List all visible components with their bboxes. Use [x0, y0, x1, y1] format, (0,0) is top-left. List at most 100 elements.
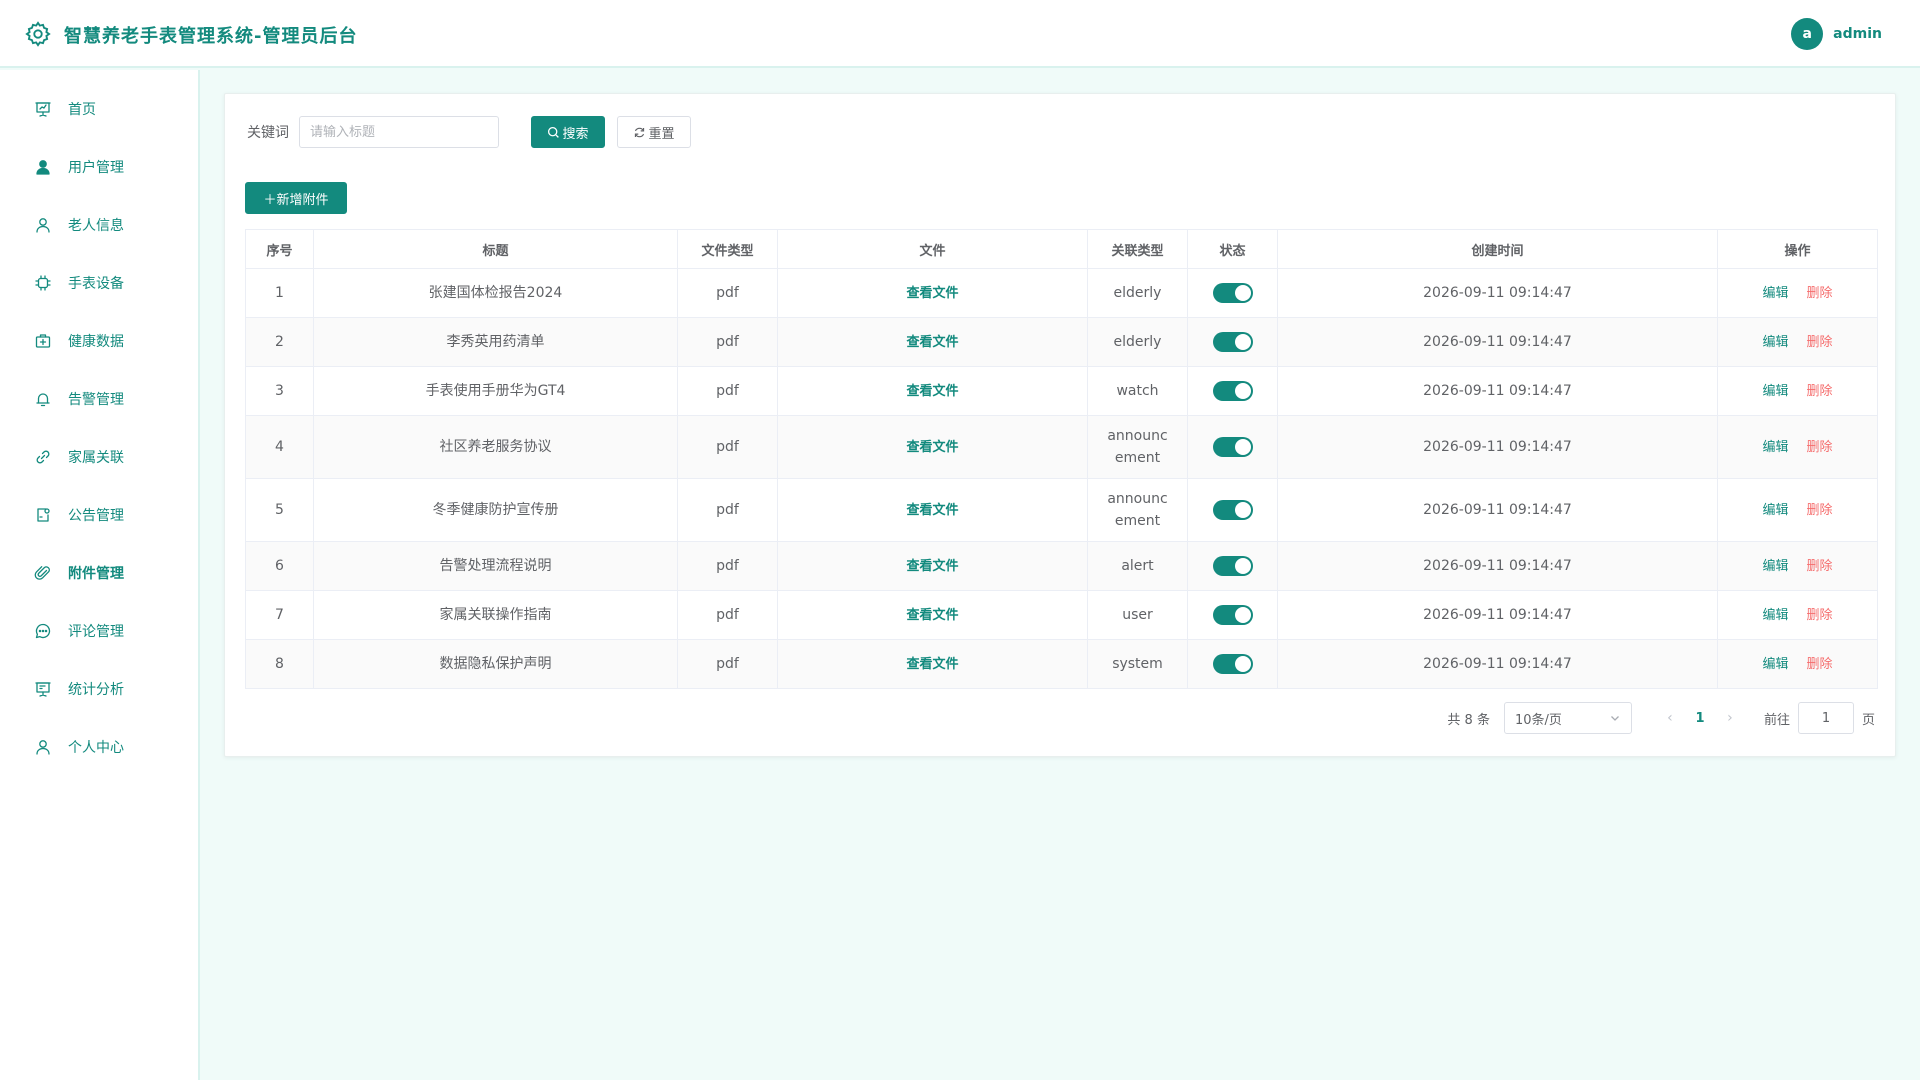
- cell-status: [1187, 415, 1278, 479]
- edit-button[interactable]: 编辑: [1762, 608, 1788, 623]
- attachment-panel: 关键词 搜索 重置 ＋新增附件 序号 标题 文件类型 文件 关联类型: [224, 93, 1896, 757]
- sidebar-item-comments[interactable]: 评论管理: [0, 602, 198, 660]
- col-header-no: 序号: [245, 229, 314, 269]
- relation-type-text: watch: [1116, 383, 1159, 399]
- reset-button[interactable]: 重置: [617, 116, 691, 148]
- cell-status: [1187, 639, 1278, 689]
- cell-title: 社区养老服务协议: [313, 415, 678, 479]
- delete-button[interactable]: 删除: [1807, 608, 1833, 623]
- keyword-input[interactable]: [299, 116, 499, 148]
- cell-relation-type: announcement: [1087, 415, 1188, 479]
- cell-status: [1187, 317, 1278, 367]
- delete-button[interactable]: 删除: [1807, 384, 1833, 399]
- sidebar-item-elderly[interactable]: 老人信息: [0, 196, 198, 254]
- view-file-link[interactable]: 查看文件: [906, 440, 958, 455]
- username[interactable]: admin: [1833, 26, 1882, 42]
- cell-title: 告警处理流程说明: [313, 541, 678, 591]
- edit-button[interactable]: 编辑: [1762, 440, 1788, 455]
- sidebar-item-home[interactable]: 首页: [0, 80, 198, 138]
- sidebar-item-statistics[interactable]: 统计分析: [0, 660, 198, 718]
- cell-status: [1187, 268, 1278, 318]
- view-file-link[interactable]: 查看文件: [906, 286, 958, 301]
- view-file-link[interactable]: 查看文件: [906, 559, 958, 574]
- relation-type-text: announcement: [1107, 428, 1168, 466]
- table-row: 3 手表使用手册华为GT4 pdf 查看文件 watch 2026-09-11 09:14…: [245, 366, 1878, 416]
- cell-relation-type: alert: [1087, 541, 1188, 591]
- sidebar-item-health-data[interactable]: 健康数据: [0, 312, 198, 370]
- view-file-link[interactable]: 查看文件: [906, 608, 958, 623]
- cell-created: 2026-09-11 09:14:47: [1277, 590, 1718, 640]
- sidebar-item-attachments[interactable]: 附件管理: [0, 544, 198, 602]
- status-toggle[interactable]: [1212, 500, 1253, 520]
- chat-icon: [34, 622, 52, 640]
- sidebar-item-users[interactable]: 用户管理: [0, 138, 198, 196]
- cell-actions: 编辑 删除: [1717, 317, 1878, 367]
- add-attachment-button[interactable]: ＋新增附件: [245, 182, 347, 214]
- delete-button[interactable]: 删除: [1807, 503, 1833, 518]
- view-file-link[interactable]: 查看文件: [906, 503, 958, 518]
- cell-created: 2026-09-11 09:14:47: [1277, 541, 1718, 591]
- relation-type-text: system: [1112, 656, 1163, 672]
- keyword-label: 关键词: [247, 125, 289, 141]
- cell-relation-type: user: [1087, 590, 1188, 640]
- page-number[interactable]: 1: [1684, 711, 1716, 726]
- status-toggle[interactable]: [1212, 437, 1253, 457]
- cell-no: 7: [245, 590, 314, 640]
- view-file-link[interactable]: 查看文件: [906, 335, 958, 350]
- cell-file: 查看文件: [777, 590, 1088, 640]
- goto-page-input[interactable]: [1797, 702, 1854, 734]
- page-size-select[interactable]: 10条/页: [1503, 702, 1632, 734]
- cell-file-type: pdf: [677, 268, 778, 318]
- search-button[interactable]: 搜索: [531, 116, 605, 148]
- cell-created: 2026-09-11 09:14:47: [1277, 478, 1718, 542]
- sidebar-item-family-link[interactable]: 家属关联: [0, 428, 198, 486]
- delete-button[interactable]: 删除: [1807, 335, 1833, 350]
- user-menu[interactable]: a admin: [1791, 18, 1882, 50]
- sidebar-item-watch-devices[interactable]: 手表设备: [0, 254, 198, 312]
- sidebar-item-profile[interactable]: 个人中心: [0, 718, 198, 776]
- sidebar-item-label: 用户管理: [68, 160, 124, 176]
- status-toggle[interactable]: [1212, 556, 1253, 576]
- status-toggle[interactable]: [1212, 283, 1253, 303]
- edit-button[interactable]: 编辑: [1762, 657, 1788, 672]
- edit-button[interactable]: 编辑: [1762, 503, 1788, 518]
- cell-file-type: pdf: [677, 317, 778, 367]
- cell-actions: 编辑 删除: [1717, 478, 1878, 542]
- delete-button[interactable]: 删除: [1807, 440, 1833, 455]
- cell-no: 4: [245, 415, 314, 479]
- cell-actions: 编辑 删除: [1717, 268, 1878, 318]
- delete-button[interactable]: 删除: [1807, 559, 1833, 574]
- relation-type-text: announcement: [1107, 491, 1168, 529]
- status-toggle[interactable]: [1212, 332, 1253, 352]
- cell-no: 1: [245, 268, 314, 318]
- table-row: 4 社区养老服务协议 pdf 查看文件 announcement 2026-09-11 0…: [245, 415, 1878, 479]
- prev-page-button[interactable]: ‹: [1656, 710, 1684, 726]
- delete-button[interactable]: 删除: [1807, 286, 1833, 301]
- edit-button[interactable]: 编辑: [1762, 286, 1788, 301]
- view-file-link[interactable]: 查看文件: [906, 384, 958, 399]
- cell-actions: 编辑 删除: [1717, 639, 1878, 689]
- cell-title: 数据隐私保护声明: [313, 639, 678, 689]
- edit-button[interactable]: 编辑: [1762, 335, 1788, 350]
- next-page-button[interactable]: ›: [1716, 710, 1744, 726]
- view-file-link[interactable]: 查看文件: [906, 657, 958, 672]
- delete-button[interactable]: 删除: [1807, 657, 1833, 672]
- cell-file: 查看文件: [777, 639, 1088, 689]
- sidebar-item-announcements[interactable]: 公告管理: [0, 486, 198, 544]
- cell-file-type: pdf: [677, 639, 778, 689]
- user-icon: [34, 738, 52, 756]
- cell-status: [1187, 541, 1278, 591]
- relation-type-text: elderly: [1113, 285, 1162, 301]
- status-toggle[interactable]: [1212, 381, 1253, 401]
- status-toggle[interactable]: [1212, 654, 1253, 674]
- sidebar-item-alerts[interactable]: 告警管理: [0, 370, 198, 428]
- sidebar: 首页用户管理老人信息 手表设备 健康数据 告警管理 家属关联 公告管理 附件管理 评论管理 统计…: [0, 70, 200, 1080]
- edit-button[interactable]: 编辑: [1762, 559, 1788, 574]
- avatar[interactable]: a: [1791, 18, 1824, 50]
- cell-no: 8: [245, 639, 314, 689]
- cell-actions: 编辑 删除: [1717, 366, 1878, 416]
- cell-status: [1187, 366, 1278, 416]
- status-toggle[interactable]: [1212, 605, 1253, 625]
- edit-button[interactable]: 编辑: [1762, 384, 1788, 399]
- cell-actions: 编辑 删除: [1717, 590, 1878, 640]
